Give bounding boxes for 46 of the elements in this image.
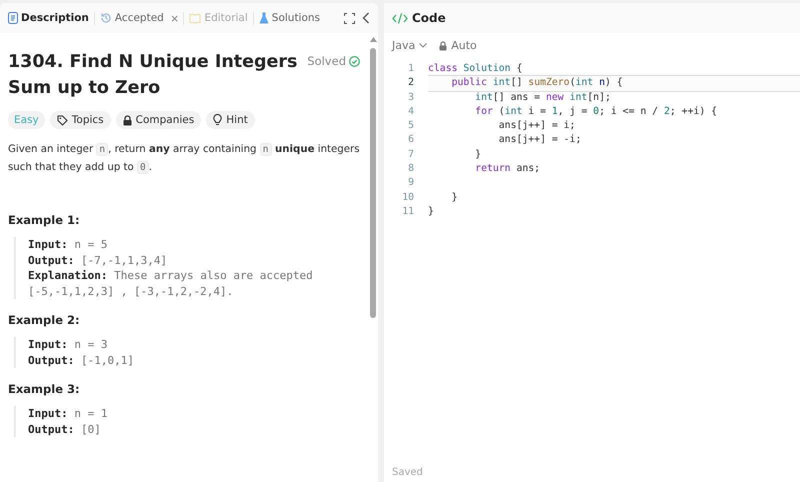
example-line: Input: n = 3 — [28, 337, 108, 352]
auto-mode-button[interactable]: Auto — [439, 39, 477, 52]
code-line: for (int i = 1, j = 0; i <= n / 2; ++i) { — [474, 104, 718, 119]
code-line: } — [450, 190, 458, 205]
code-line: ans[j++] = i; — [498, 119, 576, 134]
line-number: 5 — [407, 119, 415, 134]
line-number: 7 — [407, 148, 415, 162]
language-dropdown[interactable]: Java — [392, 39, 428, 52]
line-number: 11 — [401, 204, 415, 219]
panel-tab[interactable]: Solutions — [256, 9, 322, 27]
example-title: Example 1: — [8, 213, 81, 227]
save-status: Saved — [391, 467, 424, 480]
close-tab-button[interactable]: × — [168, 10, 180, 26]
tag-chip[interactable]: Hint — [206, 111, 255, 129]
line-number: 3 — [407, 90, 415, 105]
example-line: Output: [-1,0,1] — [28, 352, 135, 368]
code-line: ans[j++] = -i; — [498, 133, 582, 148]
code-panel-title: Code — [412, 11, 446, 25]
code-line: } — [474, 148, 482, 162]
example-title: Example 2: — [8, 313, 81, 327]
example-line: Output: [-7,-1,1,3,4] — [28, 252, 168, 268]
code-line: } — [428, 204, 435, 219]
example-line: Output: [0] — [28, 422, 102, 437]
line-number: 9 — [407, 176, 415, 190]
example-line: Explanation: These arrays also are accepted — [28, 268, 314, 284]
line-number: 1 — [407, 62, 415, 76]
difficulty-badge: Easy — [8, 111, 45, 129]
panel-tab[interactable]: Accepted — [98, 9, 166, 27]
panel-tab[interactable]: Description — [6, 9, 91, 27]
line-number: 2 — [407, 76, 415, 90]
problem-description: Given an integer n , return any array containing n unique integers such that they add up to 0 . — [8, 142, 360, 176]
line-number: 8 — [407, 162, 415, 176]
code-line: class Solution { — [428, 62, 524, 76]
line-number: 4 — [407, 104, 415, 119]
example-title: Example 3: — [8, 382, 81, 396]
line-number: 6 — [407, 133, 415, 148]
tag-chip[interactable]: Topics — [50, 111, 111, 129]
code-line: int[] ans = new int[n]; — [474, 90, 612, 105]
problem-title: 1304. Find N Unique Integers Sum up to Zero — [8, 51, 298, 100]
code-line: return ans; — [474, 162, 542, 176]
solved-status: Solved — [307, 54, 346, 68]
example-line: Input: n = 5 — [28, 237, 108, 252]
example-line: [-5,-1,1,2,3] , [-3,-1,2,-2,4]. — [28, 284, 234, 299]
line-number: 10 — [401, 190, 415, 205]
tag-chip[interactable]: Companies — [116, 111, 202, 129]
example-line: Input: n = 1 — [28, 406, 108, 422]
